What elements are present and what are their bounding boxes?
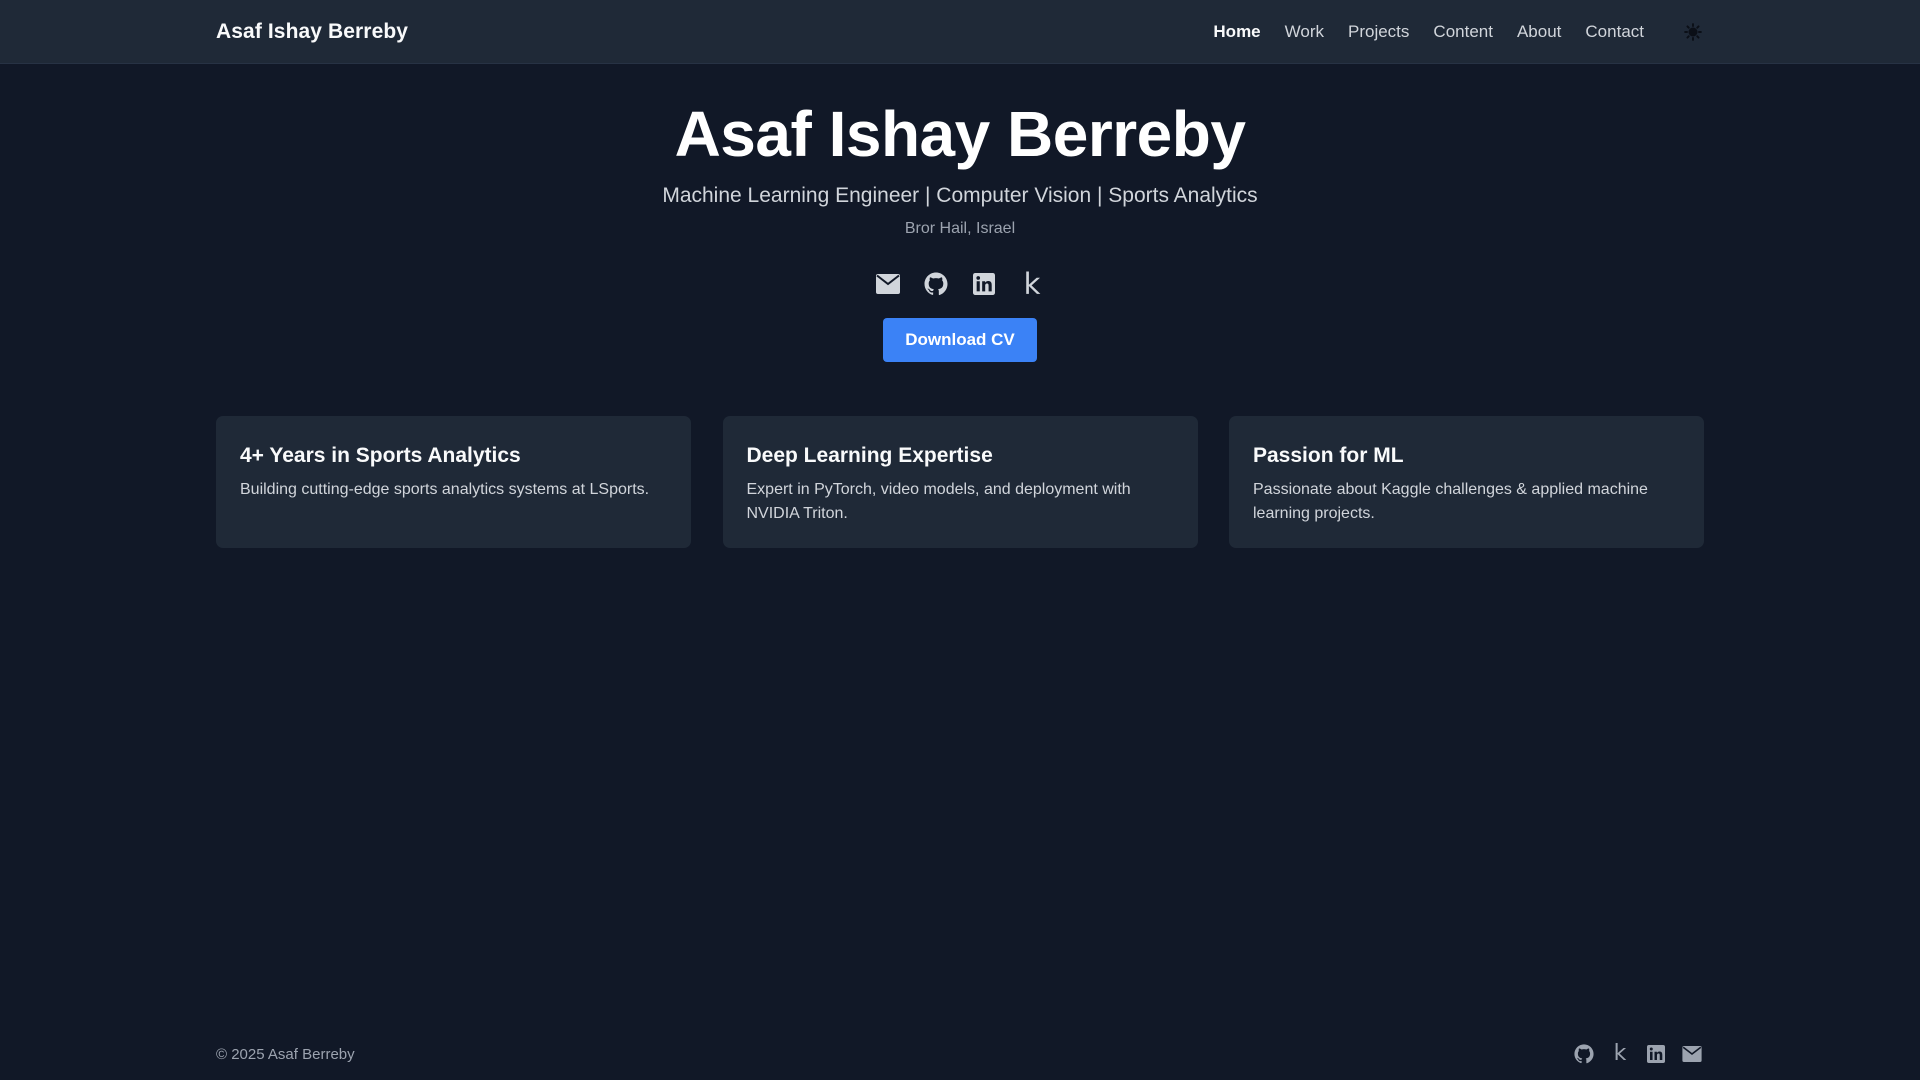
card-title: Deep Learning Expertise <box>746 444 993 467</box>
nav-link-contact[interactable]: Contact <box>1585 22 1644 42</box>
card-description: Passionate about Kaggle challenges & app… <box>1253 481 1648 522</box>
social-links: k <box>0 268 1920 300</box>
footer-linkedin-link[interactable] <box>1644 1042 1668 1066</box>
highlight-card: Passion for ML Passionate about Kaggle c… <box>1229 416 1704 548</box>
nav-link-home[interactable]: Home <box>1213 22 1260 42</box>
brand-link[interactable]: Asaf Ishay Berreby <box>216 20 408 44</box>
nav-links: Home Work Projects Content About Contact <box>1189 21 1704 43</box>
highlight-card: 4+ Years in Sports Analytics Building cu… <box>216 416 691 548</box>
sun-icon <box>1684 23 1702 41</box>
linkedin-icon <box>973 273 995 295</box>
email-icon <box>876 274 900 294</box>
card-description: Building cutting-edge sports analytics s… <box>240 481 650 498</box>
github-icon <box>1574 1044 1594 1064</box>
footer-github-link[interactable] <box>1572 1042 1596 1066</box>
linkedin-link[interactable] <box>968 268 1000 300</box>
email-link[interactable] <box>872 268 904 300</box>
github-icon <box>924 272 948 296</box>
theme-toggle-button[interactable] <box>1682 21 1704 43</box>
hero-tagline: Machine Learning Engineer | Computer Vis… <box>662 184 1258 207</box>
footer-kaggle-link[interactable]: k <box>1608 1042 1632 1066</box>
nav-link-projects[interactable]: Projects <box>1348 22 1409 42</box>
footer-social-links: k <box>1560 1042 1704 1066</box>
card-title: 4+ Years in Sports Analytics <box>240 444 521 467</box>
navbar-inner: Asaf Ishay Berreby Home Work Projects Co… <box>216 0 1704 64</box>
footer: © 2025 Asaf Berreby k <box>216 1040 1704 1068</box>
email-icon <box>1682 1046 1702 1062</box>
nav-link-content[interactable]: Content <box>1433 22 1493 42</box>
github-link[interactable] <box>920 268 952 300</box>
page: Asaf Ishay Berreby Home Work Projects Co… <box>0 0 1920 1080</box>
kaggle-icon: k <box>1613 1041 1627 1066</box>
copyright-text: © 2025 Asaf Berreby <box>216 1045 355 1063</box>
kaggle-link[interactable]: k <box>1016 268 1048 300</box>
hero-name: Asaf Ishay Berreby <box>674 98 1246 170</box>
footer-email-link[interactable] <box>1680 1042 1704 1066</box>
download-cv-button[interactable]: Download CV <box>883 318 1037 362</box>
highlight-card: Deep Learning Expertise Expert in PyTorc… <box>722 416 1198 548</box>
linkedin-icon <box>1647 1045 1665 1063</box>
highlights: 4+ Years in Sports Analytics Building cu… <box>216 416 1704 548</box>
nav-link-work[interactable]: Work <box>1285 22 1324 42</box>
hero-location: Bror Hail, Israel <box>904 220 1016 237</box>
kaggle-icon: k <box>1023 267 1041 301</box>
card-description: Expert in PyTorch, video models, and dep… <box>746 481 1131 522</box>
navbar: Asaf Ishay Berreby Home Work Projects Co… <box>0 0 1920 64</box>
card-title: Passion for ML <box>1253 444 1404 467</box>
nav-link-about[interactable]: About <box>1517 22 1561 42</box>
hero-section: Asaf Ishay Berreby Machine Learning Engi… <box>0 96 1920 240</box>
